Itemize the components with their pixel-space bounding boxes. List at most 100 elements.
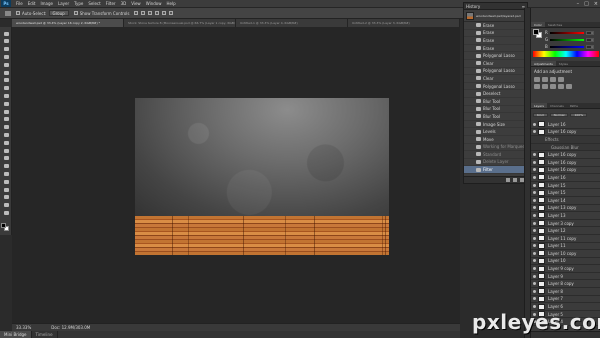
doc-tab-active[interactable]: woodandwall.psd @ 33.4% (Layer 16 copy 2… xyxy=(12,19,124,27)
layer-row[interactable]: Layer 15 xyxy=(531,189,600,197)
camera-icon[interactable] xyxy=(513,178,517,182)
photo-filter-icon[interactable] xyxy=(566,84,572,89)
auto-select-option[interactable]: Auto-Select: Group xyxy=(16,10,69,16)
history-brush-icon[interactable] xyxy=(468,159,473,164)
history-brush-icon[interactable] xyxy=(468,61,473,66)
history-brush-icon[interactable] xyxy=(468,152,473,157)
3d-rotate-tool[interactable] xyxy=(2,186,10,193)
clone-stamp-tool[interactable] xyxy=(2,92,10,99)
dodge-tool[interactable] xyxy=(2,131,10,138)
curves-icon[interactable] xyxy=(550,77,556,82)
auto-select-dropdown[interactable]: Group xyxy=(48,10,69,16)
canvas-area[interactable] xyxy=(12,27,460,331)
color-balance-icon[interactable] xyxy=(550,84,556,89)
history-brush-icon[interactable] xyxy=(468,76,473,81)
history-brush-icon[interactable] xyxy=(468,38,473,43)
history-snapshot[interactable]: woodandwall.psd/layered.psd xyxy=(464,10,527,22)
red-slider[interactable]: R 0 xyxy=(545,30,599,35)
minimize-button[interactable]: – xyxy=(577,0,580,8)
exposure-icon[interactable] xyxy=(558,77,564,82)
history-brush-icon[interactable] xyxy=(468,53,473,58)
layer-row[interactable]: Layer 14 xyxy=(531,197,600,205)
layer-row[interactable]: Layer 9 xyxy=(531,273,600,281)
align-top-icon[interactable] xyxy=(134,11,139,15)
eye-icon[interactable] xyxy=(533,160,536,164)
eye-icon[interactable] xyxy=(533,175,536,179)
history-item[interactable]: Filter xyxy=(464,166,527,174)
history-item[interactable]: Image Size xyxy=(464,121,527,129)
gradient-tool[interactable] xyxy=(2,116,10,123)
menu-layer[interactable]: Layer xyxy=(58,1,69,6)
menu-3d[interactable]: 3D xyxy=(121,1,127,6)
doc-tab[interactable]: Untitled-1 @ 33.3% (Layer 4, RGB/8#) xyxy=(236,19,348,27)
layer-row[interactable]: Layer 9 copy xyxy=(531,265,600,273)
eye-icon[interactable] xyxy=(533,206,536,210)
history-item[interactable]: Delete Layer xyxy=(464,159,527,167)
layer-row[interactable]: Layer 7 xyxy=(531,295,600,304)
layer-row[interactable]: Layer 10 copy xyxy=(531,250,600,258)
eye-icon[interactable] xyxy=(533,198,536,202)
eyedropper-tool[interactable] xyxy=(2,69,10,76)
brightness-contrast-icon[interactable] xyxy=(534,77,540,82)
history-brush-icon[interactable] xyxy=(468,30,473,35)
history-item[interactable]: Levels xyxy=(464,128,527,136)
history-item[interactable]: Polygonal Lasso xyxy=(464,52,527,60)
brush-tool[interactable] xyxy=(2,85,10,92)
vibrance-icon[interactable] xyxy=(534,84,540,89)
zoom-level[interactable]: 33.33% xyxy=(16,325,31,330)
layer-row[interactable]: Layer 16 copy xyxy=(531,166,600,175)
menu-file[interactable]: File xyxy=(16,1,23,6)
red-value[interactable]: 0 xyxy=(586,30,594,35)
history-brush-icon[interactable] xyxy=(468,84,473,89)
show-transform-option[interactable]: Show Transform Controls xyxy=(73,11,129,16)
count-tool[interactable] xyxy=(2,209,10,216)
healing-tool[interactable] xyxy=(2,77,10,84)
eye-icon[interactable] xyxy=(533,282,536,286)
eye-icon[interactable] xyxy=(533,244,536,248)
menu-image[interactable]: Image xyxy=(40,1,53,6)
zoom-tool[interactable] xyxy=(2,178,10,185)
history-brush-icon[interactable] xyxy=(468,91,473,96)
type-tool[interactable] xyxy=(2,147,10,154)
blend-mode-dropdown[interactable]: Normal xyxy=(549,113,569,117)
layer-row[interactable]: Layer 8 copy xyxy=(531,280,600,289)
history-item[interactable]: Erase xyxy=(464,45,527,53)
history-item[interactable]: Erase xyxy=(464,30,527,38)
menu-select[interactable]: Select xyxy=(88,1,100,6)
maximize-button[interactable]: □ xyxy=(584,0,589,8)
show-transform-checkbox[interactable] xyxy=(73,11,78,15)
rotate-view-tool[interactable] xyxy=(2,194,10,201)
black-white-icon[interactable] xyxy=(558,84,564,89)
tab-color[interactable]: Color xyxy=(531,22,545,27)
hand-tool[interactable] xyxy=(2,170,10,177)
color-spectrum[interactable] xyxy=(533,51,599,57)
history-brush-icon[interactable] xyxy=(468,144,473,149)
color-swatches[interactable] xyxy=(533,29,543,39)
history-item[interactable]: Clear xyxy=(464,60,527,68)
eye-icon[interactable] xyxy=(533,297,536,301)
eye-icon[interactable] xyxy=(533,229,536,233)
layer-row[interactable]: Layer 3 copy xyxy=(531,220,600,228)
eye-icon[interactable] xyxy=(533,168,536,172)
tab-timeline[interactable]: Timeline xyxy=(32,331,58,338)
green-track[interactable] xyxy=(550,38,584,41)
shape-tool[interactable] xyxy=(2,163,10,170)
eye-icon[interactable] xyxy=(533,289,536,293)
align-bottom-icon[interactable] xyxy=(148,11,153,15)
layer-row[interactable]: Layer 16 copy xyxy=(531,159,600,167)
history-brush-icon[interactable] xyxy=(468,99,473,104)
document-size[interactable]: Doc: 12.9M/303.0M xyxy=(51,325,90,330)
align-center-icon[interactable] xyxy=(162,11,167,15)
history-item[interactable]: Blur Tool xyxy=(464,113,527,121)
move-tool[interactable] xyxy=(2,30,10,37)
eye-icon[interactable] xyxy=(533,191,536,195)
history-brush-tool[interactable] xyxy=(2,100,10,107)
menu-view[interactable]: View xyxy=(131,1,141,6)
eye-icon[interactable] xyxy=(533,236,536,240)
blue-track[interactable] xyxy=(550,45,584,48)
history-brush-icon[interactable] xyxy=(468,167,473,172)
foreground-color-swatch[interactable] xyxy=(1,223,6,228)
red-track[interactable] xyxy=(550,31,584,34)
tab-adjustments[interactable]: Adjustments xyxy=(531,61,556,66)
history-title[interactable]: History xyxy=(466,4,480,9)
